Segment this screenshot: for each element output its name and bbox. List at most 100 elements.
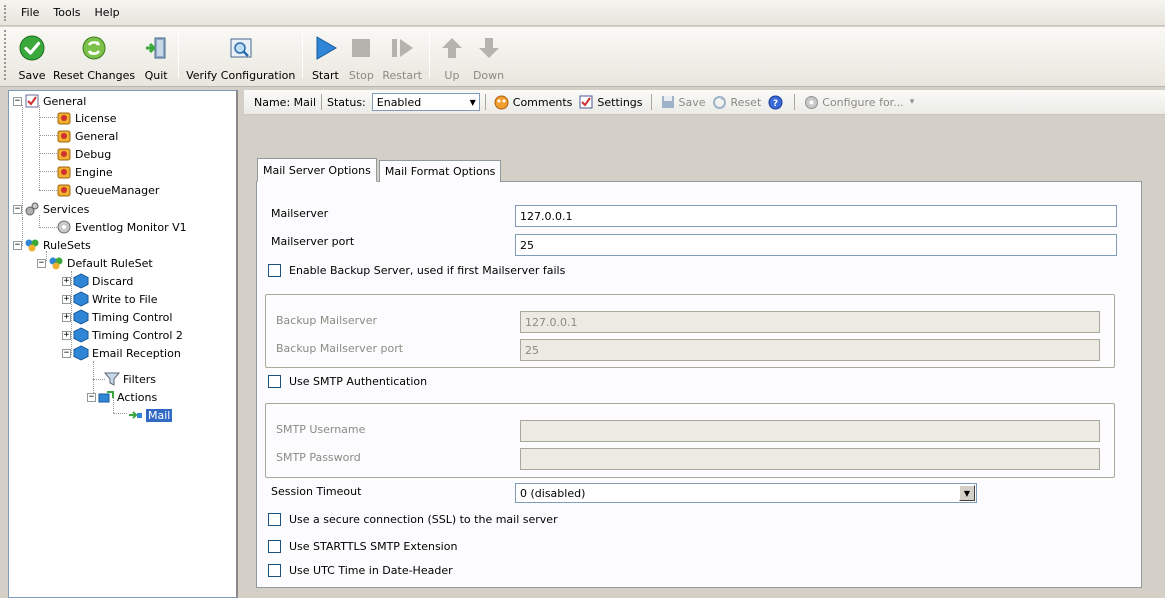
status-select[interactable]: Enabled ▼ xyxy=(371,93,480,111)
session-timeout-select[interactable]: 0 (disabled) ▼ xyxy=(515,483,977,503)
verify-configuration-button[interactable]: Verify Configuration xyxy=(186,33,295,82)
verify-configuration-label: Verify Configuration xyxy=(186,69,296,82)
ruleset-icon xyxy=(24,237,40,253)
use-smtp-auth-checkbox[interactable]: Use SMTP Authentication xyxy=(268,375,427,388)
tab-mail-server-options[interactable]: Mail Server Options xyxy=(257,158,377,182)
tree-line xyxy=(39,135,57,136)
tree-node-eventlog-monitor[interactable]: Eventlog Monitor V1 xyxy=(56,218,187,236)
tree-node-discard[interactable]: + Discard xyxy=(62,272,133,290)
rule-cube-icon xyxy=(73,273,89,289)
menu-help[interactable]: Help xyxy=(88,4,127,21)
restart-button[interactable]: Restart xyxy=(382,33,422,82)
collapse-icon[interactable]: − xyxy=(13,204,22,214)
save-button[interactable]: Save xyxy=(17,33,47,82)
tree-node-timing-control-2[interactable]: + Timing Control 2 xyxy=(62,326,183,344)
tree-node-engine[interactable]: Engine xyxy=(56,163,113,181)
save-check-icon xyxy=(17,33,47,63)
utc-time-checkbox[interactable]: Use UTC Time in Date-Header xyxy=(268,564,453,577)
tree-label: RuleSets xyxy=(43,238,91,252)
tree-node-email-reception[interactable]: − Email Reception xyxy=(62,344,181,362)
collapse-icon[interactable]: − xyxy=(87,392,96,402)
stop-label: Stop xyxy=(348,69,374,82)
checkbox-box[interactable] xyxy=(268,564,281,577)
collapse-icon[interactable]: − xyxy=(13,96,22,106)
session-timeout-value: 0 (disabled) xyxy=(520,486,586,500)
configure-for-button[interactable]: Configure for... ▾ xyxy=(803,94,914,110)
rule-cube-icon xyxy=(73,345,89,361)
tree-node-rulesets[interactable]: − RuleSets xyxy=(13,236,91,254)
help-button[interactable]: ? xyxy=(767,94,786,110)
quit-label: Quit xyxy=(144,69,168,82)
collapse-icon[interactable]: − xyxy=(13,240,22,250)
smtp-password-input[interactable] xyxy=(520,448,1100,470)
tab-mail-format-options[interactable]: Mail Format Options xyxy=(378,160,502,182)
tree-label: License xyxy=(75,111,117,125)
tree-label: Email Reception xyxy=(92,346,181,360)
help-icon: ? xyxy=(767,94,783,110)
tree-label: Discard xyxy=(92,274,134,288)
tree-node-general-child[interactable]: General xyxy=(56,127,118,145)
tree-node-timing-control[interactable]: + Timing Control xyxy=(62,308,172,326)
smtp-username-input[interactable] xyxy=(520,420,1100,442)
play-icon xyxy=(310,33,340,63)
comments-label: Comments xyxy=(512,95,573,109)
tree-line xyxy=(39,153,57,154)
arrow-up-icon xyxy=(437,33,467,63)
comments-button[interactable]: Comments xyxy=(494,94,573,110)
tree-line xyxy=(39,117,57,118)
starttls-checkbox[interactable]: Use STARTTLS SMTP Extension xyxy=(268,540,457,553)
tree-node-write-to-file[interactable]: + Write to File xyxy=(62,290,157,308)
toolbar-grip xyxy=(4,29,8,80)
infobar-save-button[interactable]: Save xyxy=(660,94,706,110)
start-label: Start xyxy=(311,69,339,82)
expand-icon[interactable]: + xyxy=(62,330,71,340)
mailserver-port-input[interactable]: 25 xyxy=(515,234,1117,256)
tree-label: Write to File xyxy=(92,292,158,306)
collapse-icon[interactable]: − xyxy=(62,348,71,358)
restart-icon xyxy=(387,33,417,63)
tree-node-debug[interactable]: Debug xyxy=(56,145,111,163)
checkbox-box[interactable] xyxy=(268,540,281,553)
backup-port-input[interactable]: 25 xyxy=(520,339,1100,361)
mailserver-input[interactable]: 127.0.0.1 xyxy=(515,205,1117,227)
chevron-down-icon[interactable]: ▼ xyxy=(959,485,975,501)
enable-backup-checkbox[interactable]: Enable Backup Server, used if first Mail… xyxy=(268,264,565,277)
start-button[interactable]: Start xyxy=(310,33,340,82)
collapse-icon[interactable]: − xyxy=(37,258,46,268)
tree-line xyxy=(39,227,57,228)
tree-node-license[interactable]: License xyxy=(56,109,116,127)
tree-node-services[interactable]: − Services xyxy=(13,200,89,218)
tree-line xyxy=(113,413,127,414)
checkbox-box[interactable] xyxy=(268,264,281,277)
menu-tools[interactable]: Tools xyxy=(46,4,87,21)
tab-strip: Mail Server Options Mail Format Options xyxy=(257,158,503,182)
tree-node-general[interactable]: − General xyxy=(13,92,86,110)
tree-node-filters[interactable]: Filters xyxy=(104,370,156,388)
puzzle-icon xyxy=(56,164,72,180)
checkbox-box[interactable] xyxy=(268,375,281,388)
infobar-reset-button[interactable]: Reset xyxy=(712,94,761,110)
backup-port-label: Backup Mailserver port xyxy=(276,342,404,355)
action-name-text: Name: Mail xyxy=(254,95,316,109)
tree-node-actions[interactable]: − Actions xyxy=(87,388,157,406)
quit-door-icon xyxy=(141,33,171,63)
reset-changes-button[interactable]: Reset Changes xyxy=(53,33,135,82)
quit-button[interactable]: Quit xyxy=(141,33,171,82)
menu-file[interactable]: File xyxy=(14,4,46,21)
down-button[interactable]: Down xyxy=(473,33,504,82)
tree-node-queue-manager[interactable]: QueueManager xyxy=(56,181,159,199)
save-button-label: Save xyxy=(18,69,46,82)
settings-button[interactable]: Settings xyxy=(578,94,643,110)
mailserver-port-label: Mailserver port xyxy=(271,235,355,248)
checkbox-box[interactable] xyxy=(268,513,281,526)
expand-icon[interactable]: + xyxy=(62,276,71,286)
expand-icon[interactable]: + xyxy=(62,312,71,322)
config-tree[interactable]: − General License General Debug Engine Q… xyxy=(8,90,237,598)
expand-icon[interactable]: + xyxy=(62,294,71,304)
tree-node-mail[interactable]: Mail xyxy=(127,406,173,424)
backup-mailserver-input[interactable]: 127.0.0.1 xyxy=(520,311,1100,333)
tree-node-default-ruleset[interactable]: − Default RuleSet xyxy=(37,254,153,272)
ssl-checkbox[interactable]: Use a secure connection (SSL) to the mai… xyxy=(268,513,558,526)
up-button[interactable]: Up xyxy=(437,33,467,82)
stop-button[interactable]: Stop xyxy=(346,33,376,82)
